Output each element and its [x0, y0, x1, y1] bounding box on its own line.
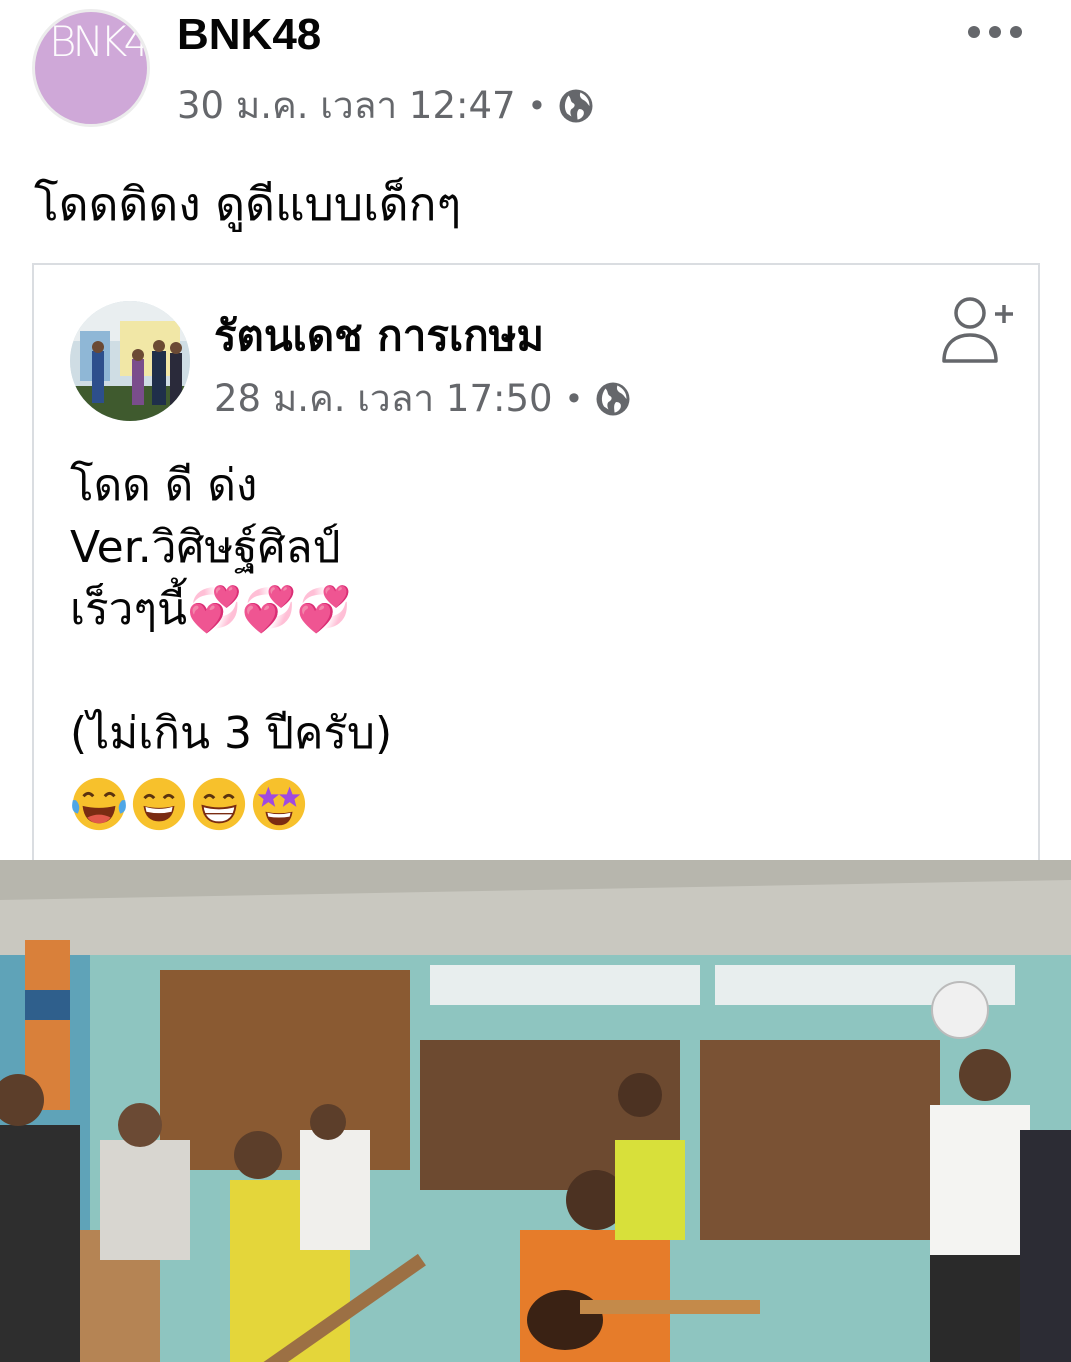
avatar-photo	[70, 301, 190, 421]
shared-author-name[interactable]: รัตนเดช การเกษม	[214, 303, 544, 369]
more-icon-dot	[1010, 26, 1022, 38]
post-timestamp[interactable]: 30 ม.ค. เวลา 12:47	[177, 76, 516, 135]
bnk48-logo: BNK48	[49, 17, 147, 66]
shared-timestamp[interactable]: 28 ม.ค. เวลา 17:50	[214, 369, 553, 428]
shared-post[interactable]: รัตนเดช การเกษม 28 ม.ค. เวลา 17:50 • โดด…	[32, 263, 1040, 883]
more-icon-dot	[989, 26, 1001, 38]
more-icon-dot	[968, 26, 980, 38]
more-options-button[interactable]	[968, 18, 1022, 46]
globe-icon	[596, 382, 630, 415]
add-friend-icon[interactable]	[938, 295, 1018, 367]
video-player[interactable]	[0, 860, 1071, 1362]
star-struck-icon	[252, 777, 306, 831]
post-text: โดดดิดง ดูดีแบบเด็กๆ	[34, 177, 462, 231]
video-frame	[0, 860, 1071, 1362]
grinning-face-smiling-eyes-icon	[132, 777, 186, 831]
meta-separator: •	[527, 86, 547, 125]
page-name[interactable]: BNK48	[177, 10, 321, 60]
post-meta: 30 ม.ค. เวลา 12:47 •	[177, 76, 594, 135]
shared-author-avatar[interactable]	[70, 301, 190, 421]
beaming-face-icon	[192, 777, 246, 831]
meta-separator: •	[564, 379, 584, 418]
shared-meta: 28 ม.ค. เวลา 17:50 •	[214, 369, 631, 428]
emoji-row	[70, 775, 308, 833]
post-header: BNK48 BNK48 30 ม.ค. เวลา 12:47 •	[0, 0, 1071, 140]
face-with-tears-of-joy-icon	[72, 777, 126, 831]
page-avatar[interactable]: BNK48	[32, 9, 150, 127]
shared-post-text: โดด ดี ด่ง Ver.วิศิษฐ์ศิลป์ เร็วๆนี้💞💞💞 …	[70, 460, 393, 759]
globe-icon	[559, 89, 593, 122]
